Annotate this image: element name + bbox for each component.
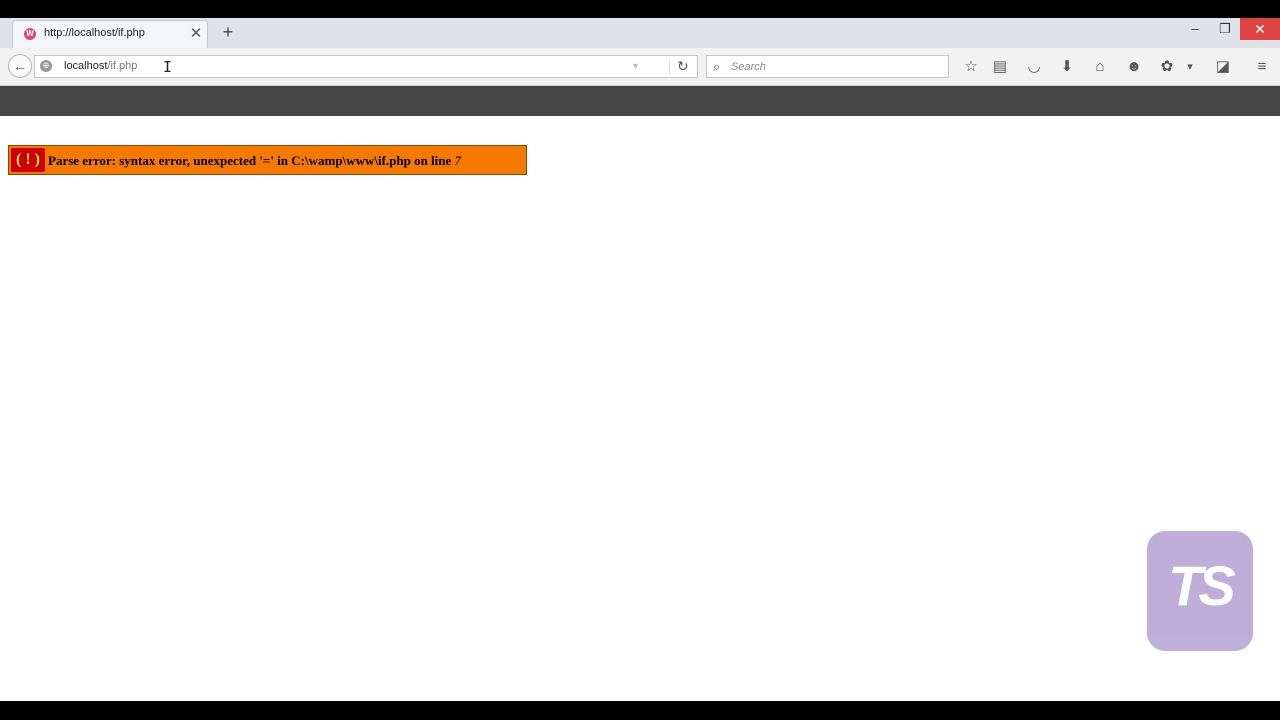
ts-logo-watermark: TS [1147,531,1253,651]
extension-icon[interactable]: ◪ [1212,56,1234,78]
search-bar[interactable]: ⌕ [706,55,949,78]
text-cursor-icon: I [163,58,173,76]
watermark-text: TS [1168,554,1236,617]
error-line-number: 7 [454,153,462,168]
tab-close-icon[interactable]: ✕ [189,25,203,43]
url-bar[interactable]: ⊕ localhost/if.php ▼ ↻ [34,55,698,78]
error-warning-icon: ( ! ) [11,148,45,172]
close-window-button[interactable]: ✕ [1240,18,1280,40]
bottom-strip [0,701,1280,720]
wamp-favicon-icon: W [24,28,36,40]
bookmarks-strip [0,86,1280,116]
search-icon: ⌕ [713,59,721,74]
pocket-icon[interactable]: ◡ [1023,56,1045,78]
url-divider [669,59,670,74]
url-text[interactable]: localhost/if.php [64,60,137,72]
dropdown-caret-icon[interactable]: ▾ [1183,56,1197,78]
restore-button[interactable]: ❐ [1210,18,1240,40]
error-message-text: Parse error: syntax error, unexpected '=… [48,153,455,168]
reload-icon[interactable]: ↻ [677,58,689,75]
addon-icon[interactable]: ✿ [1156,56,1178,78]
error-message: Parse error: syntax error, unexpected '=… [48,153,461,169]
window-controls: – ❐ ✕ [1180,18,1280,42]
url-path: /if.php [107,60,138,72]
chat-icon[interactable]: ☻ [1123,56,1145,78]
navigation-toolbar: ← ⊕ localhost/if.php ▼ ↻ ⌕ ☆ ▤ ◡ ⬇ ⌂ ☻ ✿▾ ◪ ≡ [0,48,1280,86]
url-host: localhost [64,60,108,72]
tab-title: http://localhost/if.php [44,27,145,39]
site-identity-icon[interactable]: ⊕ [40,60,52,72]
menu-icon[interactable]: ≡ [1251,56,1273,78]
tab-bar: W http://localhost/if.php ✕ + – ❐ ✕ [0,18,1280,48]
browser-tab[interactable]: W http://localhost/if.php ✕ [12,20,208,48]
screen: W http://localhost/if.php ✕ + – ❐ ✕ ← ⊕ … [0,0,1280,720]
download-icon[interactable]: ⬇ [1056,56,1078,78]
home-icon[interactable]: ⌂ [1089,56,1111,78]
new-tab-button[interactable]: + [220,22,236,42]
page-content: ( ! ) Parse error: syntax error, unexpec… [0,116,1280,701]
search-input[interactable] [731,58,931,75]
bookmark-star-icon[interactable]: ☆ [960,56,982,78]
url-history-dropdown-icon[interactable]: ▼ [631,61,640,71]
back-button[interactable]: ← [8,54,32,78]
php-error-box: ( ! ) Parse error: syntax error, unexpec… [8,145,527,175]
reading-list-icon[interactable]: ▤ [989,56,1011,78]
minimize-button[interactable]: – [1180,18,1210,40]
